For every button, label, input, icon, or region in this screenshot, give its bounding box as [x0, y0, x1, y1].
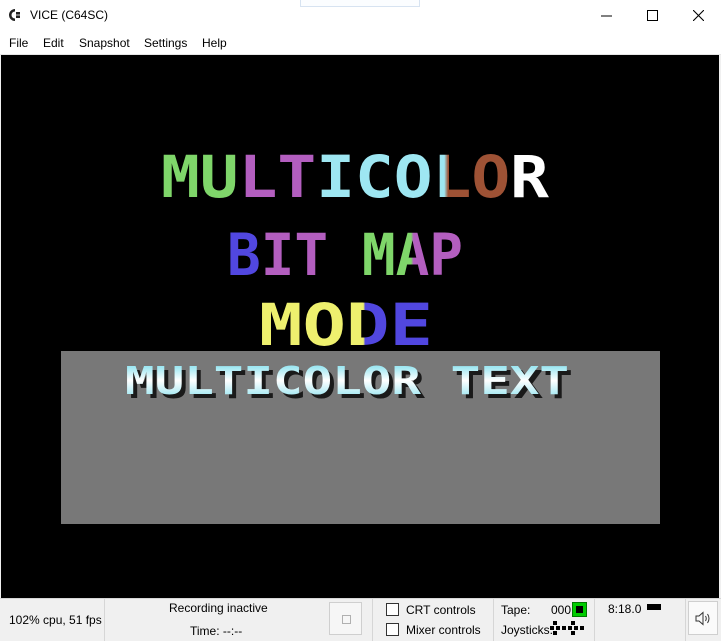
- stop-record-icon: [342, 615, 351, 624]
- tape-joystick-cell: Tape: 000 Joysticks:: [493, 599, 593, 641]
- joysticks-label: Joysticks:: [501, 623, 554, 637]
- menu-bar: File Edit Snapshot Settings Help: [0, 31, 721, 55]
- controls-cell: CRT controls Mixer controls: [372, 599, 494, 641]
- title-bar: VICE (C64SC): [0, 0, 721, 31]
- joystick-indicator-icon[interactable]: [550, 620, 586, 638]
- drive-track: 8:18.0: [608, 602, 642, 616]
- cpu-fps-text: 102% cpu, 51 fps: [9, 613, 102, 627]
- minimize-button[interactable]: [583, 0, 629, 31]
- menu-snapshot[interactable]: Snapshot: [79, 36, 130, 50]
- menu-help[interactable]: Help: [202, 36, 227, 50]
- screen-line-mode: MODE: [259, 291, 433, 359]
- close-icon: [692, 10, 704, 21]
- screen-graphics: MULTICOLOR BIT MAP MODE MULTICOLOR TEXT …: [61, 143, 660, 524]
- drive-cell: 8:18.0: [594, 599, 686, 641]
- speaker-icon: [695, 611, 710, 626]
- menu-edit[interactable]: Edit: [43, 36, 64, 50]
- tape-label: Tape:: [501, 603, 531, 617]
- banner-text: MULTICOLOR TEXT: [125, 359, 569, 403]
- maximize-button[interactable]: [629, 0, 675, 31]
- maximize-icon: [646, 10, 658, 21]
- commodore-logo-icon: [9, 9, 20, 21]
- status-bar: 102% cpu, 51 fps Recording inactive Time…: [0, 598, 721, 641]
- volume-button[interactable]: [688, 601, 718, 635]
- recording-time: Time: --:--: [190, 624, 243, 638]
- screen-line-bitmap: BIT MAP: [227, 221, 463, 289]
- menu-settings[interactable]: Settings: [144, 36, 187, 50]
- background-tab: [300, 0, 420, 7]
- window-title: VICE (C64SC): [30, 8, 109, 22]
- speed-cell: 102% cpu, 51 fps: [0, 599, 105, 641]
- drive-led-indicator: [647, 604, 661, 610]
- mixer-controls-label[interactable]: Mixer controls: [406, 623, 481, 637]
- menu-file[interactable]: File: [9, 36, 28, 50]
- record-button[interactable]: [329, 602, 362, 635]
- tape-counter: 000: [551, 603, 572, 617]
- emulator-screen[interactable]: MULTICOLOR BIT MAP MODE MULTICOLOR TEXT …: [1, 55, 719, 598]
- crt-controls-label[interactable]: CRT controls: [406, 603, 476, 617]
- screen-line-multicolor: MULTICOLOR: [161, 143, 549, 211]
- crt-controls-checkbox[interactable]: [386, 603, 399, 616]
- recording-cell: Recording inactive Time: --:--: [104, 599, 328, 641]
- tape-stop-icon: [576, 606, 583, 613]
- tape-motor-indicator[interactable]: [572, 602, 587, 617]
- mixer-controls-checkbox[interactable]: [386, 623, 399, 636]
- close-button[interactable]: [675, 0, 721, 31]
- minimize-icon: [600, 15, 612, 17]
- recording-status: Recording inactive: [169, 601, 268, 615]
